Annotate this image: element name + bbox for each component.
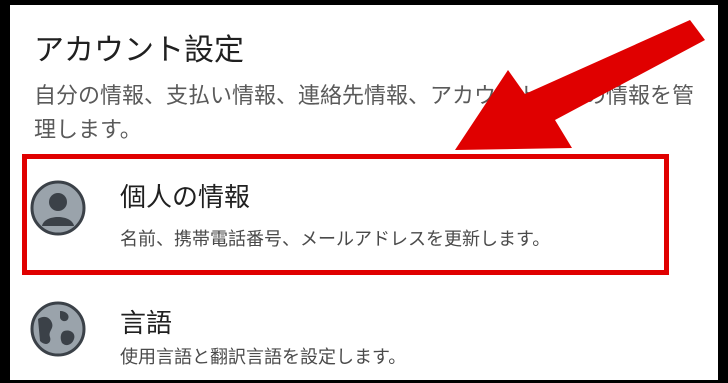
language-title: 言語 bbox=[120, 309, 173, 339]
language-subtitle: 使用言語と翻訳言語を設定します。 bbox=[120, 347, 407, 368]
section-description: 自分の情報、支払い情報、連絡先情報、アカウント全般の情報を管理します。 bbox=[34, 84, 695, 143]
settings-panel: アカウント設定 自分の情報、支払い情報、連絡先情報、アカウント全般の情報を管理し… bbox=[10, 5, 718, 380]
section-title: アカウント設定 bbox=[34, 33, 244, 68]
globe-icon bbox=[30, 301, 86, 357]
highlight-box bbox=[22, 154, 669, 275]
screenshot-frame: アカウント設定 自分の情報、支払い情報、連絡先情報、アカウント全般の情報を管理し… bbox=[0, 0, 728, 383]
